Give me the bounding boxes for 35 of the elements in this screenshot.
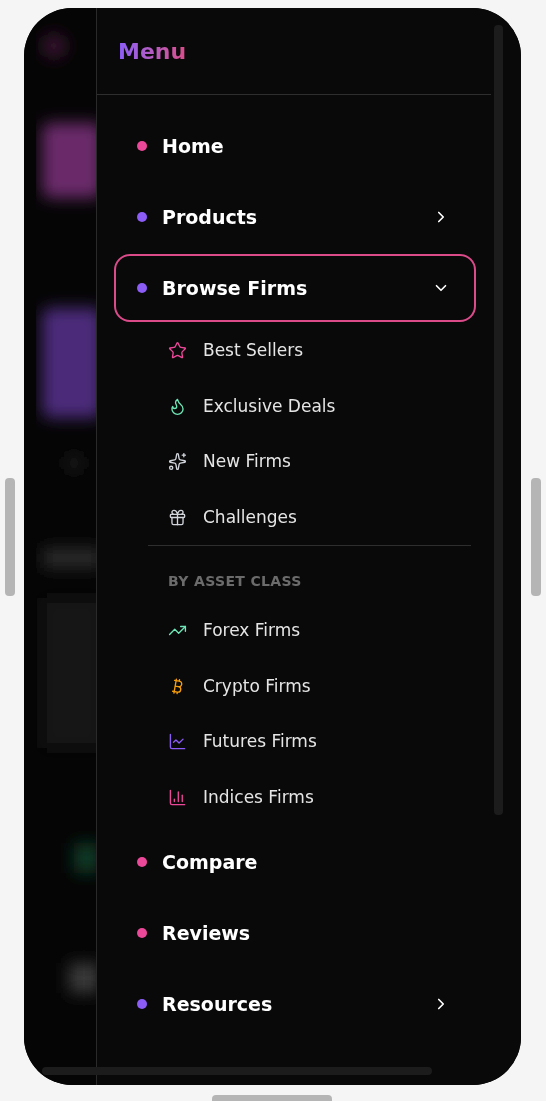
submenu-item-label: New Firms: [203, 450, 291, 473]
bar-chart-icon: [168, 787, 187, 807]
submenu-item-label: Indices Firms: [203, 785, 314, 809]
menu-item-label: Products: [162, 204, 258, 230]
menu-item-label: Home: [162, 133, 224, 159]
menu-item[interactable]: Compare: [114, 828, 476, 896]
submenu-item-label: Forex Firms: [203, 619, 301, 642]
sparkles-icon: [168, 452, 187, 472]
submenu-item-label: Best Sellers: [203, 339, 304, 362]
section-heading: BY ASSET CLASS: [168, 573, 302, 589]
submenu-item[interactable]: Best Sellers: [168, 323, 476, 379]
menu-item[interactable]: Products: [114, 183, 476, 251]
line-chart-icon: [168, 732, 187, 752]
menu-item[interactable]: Reviews: [114, 899, 476, 967]
menu-item[interactable]: Resources: [114, 970, 476, 1038]
submenu-item[interactable]: Futures Firms: [168, 714, 471, 770]
flame-icon: [168, 396, 187, 416]
submenu-item-label: Challenges: [203, 505, 297, 529]
gift-icon: [168, 507, 187, 527]
submenu-item-label: Exclusive Deals: [203, 394, 336, 418]
menu-item-label: Reviews: [162, 920, 251, 946]
submenu-item-label: Crypto Firms: [203, 674, 311, 698]
menu-item-label: Compare: [162, 849, 258, 875]
star-icon: [168, 341, 187, 361]
submenu-item-label: Futures Firms: [203, 730, 317, 753]
submenu-item[interactable]: Crypto Firms: [168, 658, 471, 714]
menu-item[interactable]: Home: [114, 112, 476, 180]
submenu-item[interactable]: Exclusive Deals: [168, 378, 476, 434]
submenu-item[interactable]: New Firms: [168, 434, 476, 490]
submenu-item[interactable]: Indices Firms: [168, 769, 471, 825]
submenu-item[interactable]: Challenges: [168, 489, 476, 545]
submenu-item[interactable]: Forex Firms: [168, 603, 471, 659]
menu-item[interactable]: Browse Firms: [114, 254, 476, 322]
menu-item-label: Resources: [162, 991, 273, 1017]
menu-item-label: Browse Firms: [162, 275, 308, 301]
